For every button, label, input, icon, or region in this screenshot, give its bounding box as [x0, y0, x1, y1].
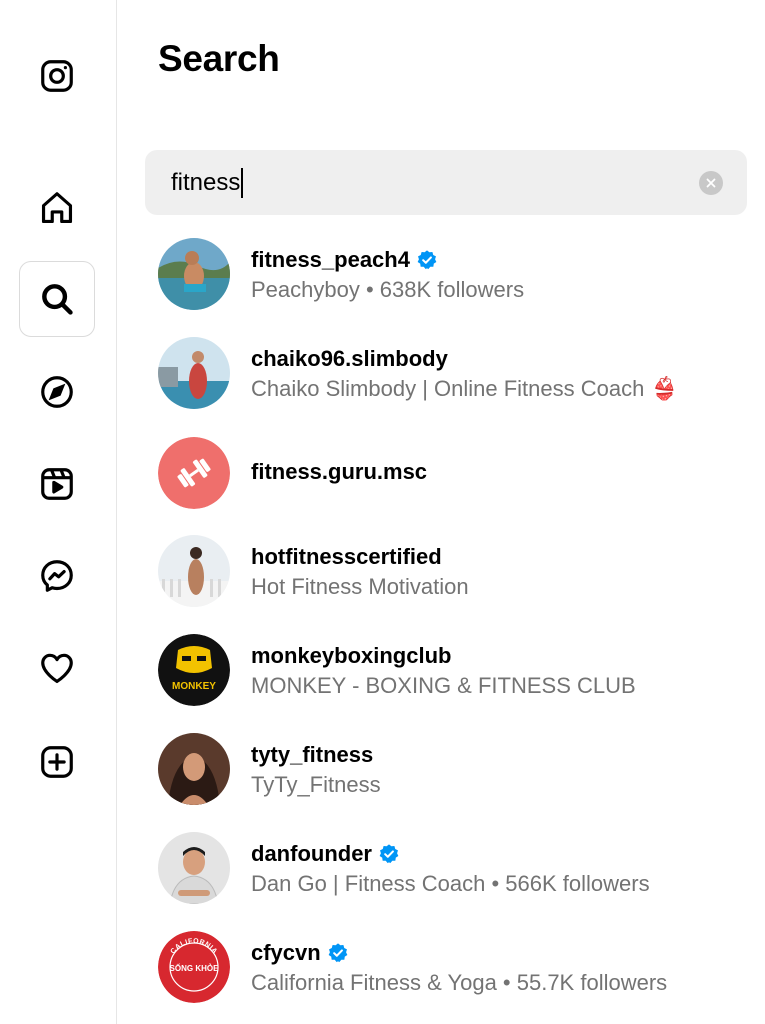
result-subtitle: Chaiko Slimbody | Online Fitness Coach 👙 [251, 376, 678, 401]
search-result-item[interactable]: danfounder Dan Go | Fitness Coach • 566K… [157, 832, 747, 912]
username-text: chaiko96.slimbody [251, 346, 448, 371]
avatar [158, 832, 230, 904]
result-subtitle: California Fitness & Yoga • 55.7K follow… [251, 970, 668, 995]
verified-badge-icon [379, 844, 399, 864]
home-icon[interactable] [19, 170, 95, 246]
page-title: Search [158, 38, 280, 79]
username-text: monkeyboxingclub [251, 643, 452, 668]
avatar: CALIFORNIA SỐNG KHỎE [158, 931, 230, 1003]
result-subtitle: Hot Fitness Motivation [251, 574, 469, 599]
result-subtitle: MONKEY - BOXING & FITNESS CLUB [251, 673, 636, 698]
search-result-item[interactable]: fitness.guru.msc [157, 437, 747, 517]
result-subtitle: Peachyboy • 638K followers [251, 277, 525, 302]
avatar: MONKEY [158, 634, 230, 706]
search-result-item[interactable]: chaiko96.slimbody Chaiko Slimbody | Onli… [157, 337, 747, 417]
reels-icon[interactable] [19, 446, 95, 522]
avatar [158, 337, 230, 409]
search-input[interactable] [171, 150, 691, 215]
verified-badge-icon [417, 250, 437, 270]
search-result-item[interactable]: tyty_fitness TyTy_Fitness [157, 733, 747, 813]
avatar [158, 535, 230, 607]
avatar [158, 238, 230, 310]
result-username: fitness.guru.msc [251, 459, 427, 485]
text-caret [241, 168, 244, 198]
result-username: monkeyboxingclub [251, 643, 451, 669]
search-panel: Search fitness_peach4 [117, 0, 765, 1024]
result-username: tyty_fitness [251, 742, 373, 768]
result-username: fitness_peach4 [251, 247, 438, 273]
username-text: fitness_peach4 [251, 247, 410, 272]
search-result-item[interactable]: MONKEY monkeyboxingclub MONKEY - BOXING … [157, 634, 747, 714]
search-result-item[interactable]: fitness_peach4 Peachyboy • 638K follower… [157, 238, 747, 318]
explore-compass-icon[interactable] [19, 354, 95, 430]
heart-notifications-icon[interactable] [19, 630, 95, 706]
instagram-logo-icon[interactable] [19, 38, 95, 114]
close-icon [706, 178, 716, 188]
search-result-item[interactable]: CALIFORNIA SỐNG KHỎE cfycvn California F… [157, 931, 747, 1011]
search-result-item[interactable]: hotfitnesscertified Hot Fitness Motivati… [157, 535, 747, 615]
username-text: hotfitnesscertified [251, 544, 442, 569]
result-username: chaiko96.slimbody [251, 346, 448, 372]
username-text: tyty_fitness [251, 742, 374, 767]
result-subtitle: Dan Go | Fitness Coach • 566K followers [251, 871, 650, 896]
result-subtitle: TyTy_Fitness [251, 772, 381, 797]
search-icon[interactable] [19, 261, 95, 337]
username-text: danfounder [251, 841, 372, 866]
song-khoe-logo-text: SỐNG KHỎE [170, 963, 220, 973]
sidebar-nav [0, 0, 117, 1024]
avatar [158, 437, 230, 509]
clear-search-button[interactable] [699, 171, 723, 195]
search-box [145, 150, 747, 215]
verified-badge-icon [328, 943, 348, 963]
monkey-logo-text: MONKEY [172, 681, 216, 692]
result-username: danfounder [251, 841, 400, 867]
create-plus-icon[interactable] [19, 724, 95, 800]
result-username: hotfitnesscertified [251, 544, 442, 570]
messenger-icon[interactable] [19, 538, 95, 614]
result-username: cfycvn [251, 940, 349, 966]
username-text: cfycvn [251, 940, 321, 965]
username-text: fitness.guru.msc [251, 459, 428, 484]
avatar [158, 733, 230, 805]
